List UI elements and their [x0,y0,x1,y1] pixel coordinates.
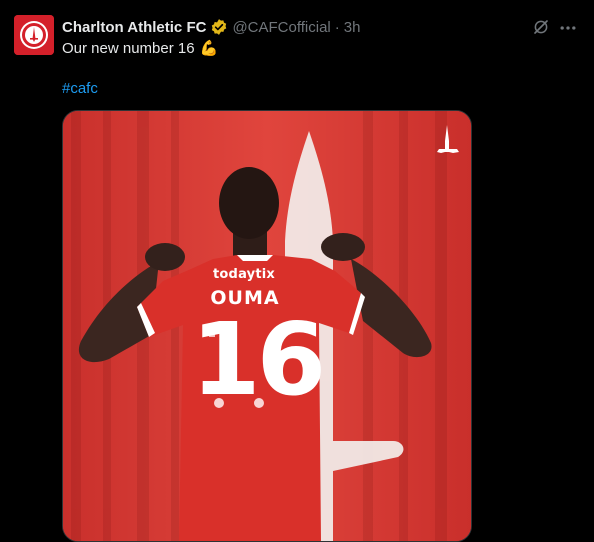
avatar[interactable] [14,15,54,55]
author-name[interactable]: Charlton Athletic FC [62,19,206,36]
tweet-text: Our new number 16 💪 [62,39,218,59]
flexed-biceps-emoji: 💪 [199,40,219,57]
separator-dot: · [334,18,340,36]
timestamp[interactable]: 3h [344,19,361,36]
verified-badge-icon[interactable] [210,18,228,36]
charlton-crest-icon [14,15,54,55]
tweet-media-image[interactable]: todaytix OUMA 16 [62,110,472,542]
shirt-number: 16 [191,301,326,418]
shirt-sponsor: todaytix [213,267,275,282]
tweet-body: Our new number 16 [62,40,195,57]
more-options-icon[interactable] [558,18,578,38]
grok-icon[interactable] [532,18,550,36]
hashtag-link[interactable]: #cafc [62,79,98,99]
tweet-header: Charlton Athletic FC @CAFCofficial · 3h [62,17,524,37]
author-handle[interactable]: @CAFCofficial [232,19,330,36]
